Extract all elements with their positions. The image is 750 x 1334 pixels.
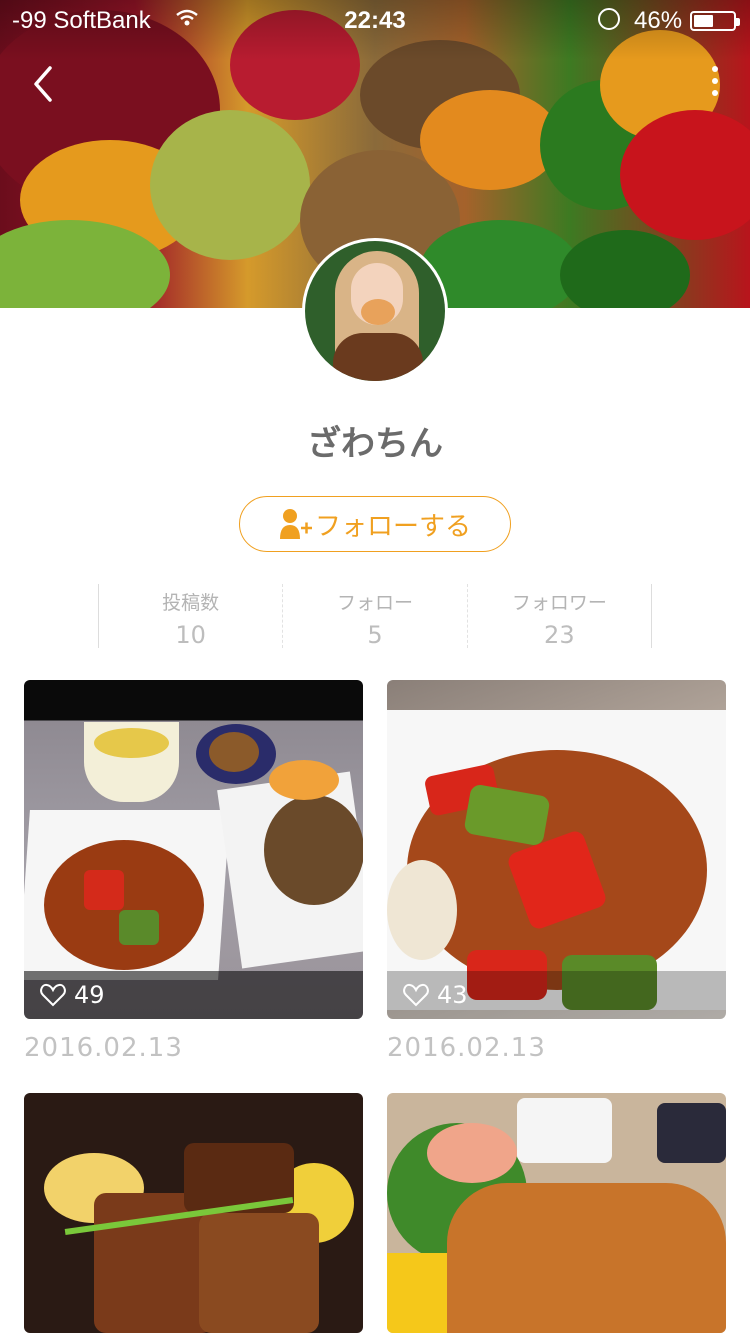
stat-value: 5 xyxy=(367,621,383,649)
post-photo[interactable] xyxy=(24,1093,363,1333)
like-count: 43 xyxy=(437,981,468,1009)
stat-value: 10 xyxy=(175,621,206,649)
stat-label: フォロー xyxy=(336,592,413,614)
like-bar[interactable]: 49 xyxy=(24,971,363,1019)
add-user-icon xyxy=(279,508,312,540)
stat-value: 23 xyxy=(544,621,575,649)
post-photo[interactable] xyxy=(387,1093,726,1333)
follow-button-label: フォローする xyxy=(314,511,471,542)
battery-icon xyxy=(690,11,740,31)
back-button[interactable] xyxy=(26,64,66,104)
stat-followers[interactable]: フォロワー 23 xyxy=(466,584,651,649)
stat-following[interactable]: フォロー 5 xyxy=(282,584,466,649)
profile-stats: 投稿数 10 フォロー 5 フォロワー 23 xyxy=(98,584,652,649)
stat-posts[interactable]: 投稿数 10 xyxy=(99,584,282,649)
more-menu-button[interactable] xyxy=(700,64,730,104)
post-photo[interactable]: 43 xyxy=(387,680,726,1019)
status-bar: -99 SoftBank 22:43 46% xyxy=(0,0,750,40)
post-date: 2016.02.13 xyxy=(24,1033,183,1063)
stat-label: フォロワー xyxy=(511,592,607,614)
battery-percent: 46% xyxy=(634,7,683,34)
chevron-left-icon xyxy=(34,66,52,102)
like-bar[interactable]: 43 xyxy=(387,971,726,1019)
avatar xyxy=(302,238,448,384)
post-date: 2016.02.13 xyxy=(387,1033,546,1063)
post-card[interactable]: 43 2016.02.13 xyxy=(387,680,726,1063)
like-count: 49 xyxy=(74,981,105,1009)
follow-button[interactable]: フォローする xyxy=(239,496,511,552)
post-card[interactable] xyxy=(24,1093,363,1333)
stat-label: 投稿数 xyxy=(162,592,220,614)
post-photo[interactable]: 49 xyxy=(24,680,363,1019)
orientation-lock-icon xyxy=(598,8,620,30)
post-card[interactable]: 49 2016.02.13 xyxy=(24,680,363,1063)
post-card[interactable] xyxy=(387,1093,726,1333)
more-dots-icon xyxy=(712,66,718,72)
heart-icon xyxy=(403,983,429,1007)
profile-name: ざわちん xyxy=(307,424,443,464)
heart-icon xyxy=(40,983,66,1007)
